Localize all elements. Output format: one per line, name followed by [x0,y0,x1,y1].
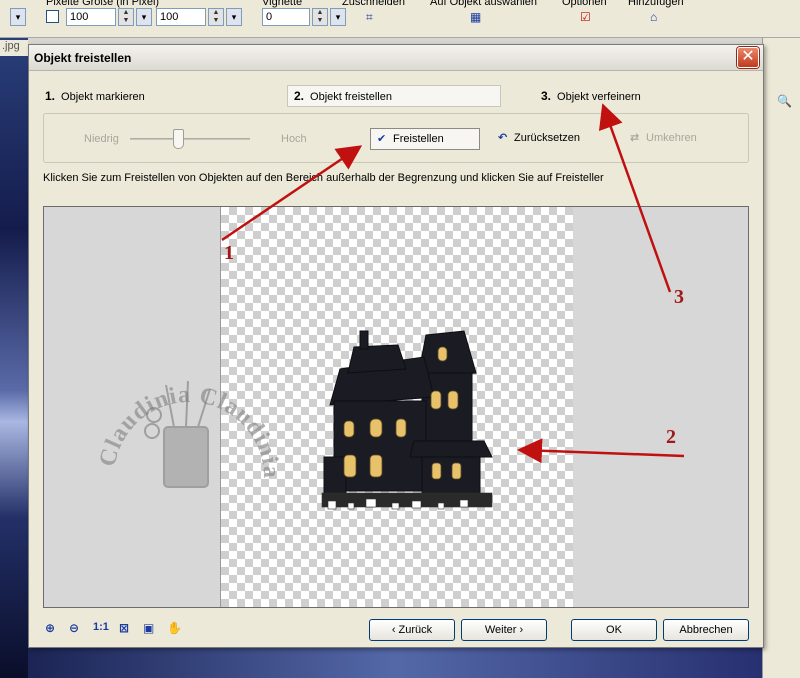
sensitivity-slider[interactable] [130,138,250,140]
spin-buttons-icon[interactable]: ▲ ▼ [118,8,134,26]
document-tab[interactable]: .jpg [0,40,28,56]
vignette-label: Vignette [262,0,303,8]
step-label: Objekt markieren [61,91,145,103]
step-2[interactable]: 2. Objekt freistellen [287,85,501,107]
pixel-size-label: Pixelte Größe (in Pixel) [46,0,160,8]
dialog-footer: ⊕ ⊖ 1:1 ⊠ ▣ ✋ ‹ Zurück Weiter › OK Abbre… [29,617,763,645]
invert-icon: ⇄ [630,132,640,144]
invert-label: Umkehren [646,132,697,144]
add-label: Hinzufügen [628,0,684,8]
cancel-button[interactable]: Abbrechen [663,619,749,641]
zoom-icon[interactable]: 🔍 [777,94,792,108]
invert-button[interactable]: ⇄ Umkehren [624,128,703,150]
crop-icon[interactable]: ⌗ [366,10,373,25]
background-toolbar: Pixelte Größe (in Pixel) Vignette Zuschn… [0,0,800,38]
reset-button[interactable]: ↶ Zurücksetzen [492,128,586,150]
hand-tool-icon[interactable]: ✋ [167,621,182,635]
background-image [0,38,28,678]
cutout-dialog: Objekt freistellen ✕ 1. Objekt markieren … [28,44,764,648]
close-button[interactable]: ✕ [737,47,759,68]
annotation-label-2: 2 [666,426,676,448]
add-icon[interactable]: ⌂ [650,10,657,24]
dropdown-arrow-icon[interactable]: ▾ [10,8,26,26]
dialog-titlebar[interactable]: Objekt freistellen ✕ [29,45,763,71]
cutout-button[interactable]: ✔ Freistellen [370,128,480,150]
annotation-label-1: 1 [224,242,234,264]
select-object-icon[interactable]: ▦ [470,10,481,24]
checkmark-icon: ✔ [377,133,387,145]
slider-low-label: Niedrig [84,133,119,145]
instruction-text: Klicken Sie zum Freistellen von Objekten… [43,172,604,184]
actual-size-icon[interactable]: 1:1 [93,621,109,633]
height-input[interactable]: 100 [156,8,206,26]
haunted-house-image [321,330,493,510]
next-button[interactable]: Weiter › [461,619,547,641]
reset-label: Zurücksetzen [514,132,581,144]
dropdown-arrow-icon[interactable]: ▾ [330,8,346,26]
vignette-input[interactable]: 0 [262,8,310,26]
step-label: Objekt freistellen [310,91,392,103]
dropdown-arrow-icon[interactable]: ▾ [136,8,152,26]
zoom-out-icon[interactable]: ⊖ [69,621,79,635]
step-indicator: 1. Objekt markieren 2. Objekt freistellen … [29,85,763,107]
cutout-label: Freistellen [393,133,444,145]
step-1[interactable]: 1. Objekt markieren [45,85,145,107]
undo-icon: ↶ [498,132,508,144]
crop-label: Zuschneiden [342,0,405,8]
annotation-label-3: 3 [674,286,684,308]
dropdown-arrow-icon[interactable]: ▾ [226,8,242,26]
step-number: 1. [45,89,56,103]
width-input[interactable]: 100 [66,8,116,26]
step-number: 3. [541,89,552,103]
checkbox[interactable] [46,10,59,23]
spin-buttons-icon[interactable]: ▲ ▼ [312,8,328,26]
step-3[interactable]: 3. Objekt verfeinern [541,85,641,107]
step-label: Objekt verfeinern [557,91,641,103]
dialog-title: Objekt freistellen [34,51,132,65]
spin-buttons-icon[interactable]: ▲ ▼ [208,8,224,26]
back-button[interactable]: ‹ Zurück [369,619,455,641]
zoom-in-icon[interactable]: ⊕ [45,621,55,635]
slider-high-label: Hoch [281,133,307,145]
cutout-controls: Niedrig Hoch ✔ Freistellen ↶ Zurücksetzen … [43,113,749,163]
background-image-bottom [28,648,762,678]
fit-selection-icon[interactable]: ▣ [143,621,154,635]
fit-window-icon[interactable]: ⊠ [119,621,129,635]
slider-thumb[interactable] [173,129,184,149]
select-object-label: Auf Objekt auswählen [430,0,538,8]
background-panel: 🔍 [762,38,800,678]
watermark-logo: Claudinia Claudinia [95,380,283,488]
options-label: Optionen [562,0,607,8]
ok-button[interactable]: OK [571,619,657,641]
options-icon[interactable]: ☑ [580,10,591,24]
step-number: 2. [294,89,305,103]
preview-canvas[interactable]: Claudinia Claudinia [43,206,749,608]
